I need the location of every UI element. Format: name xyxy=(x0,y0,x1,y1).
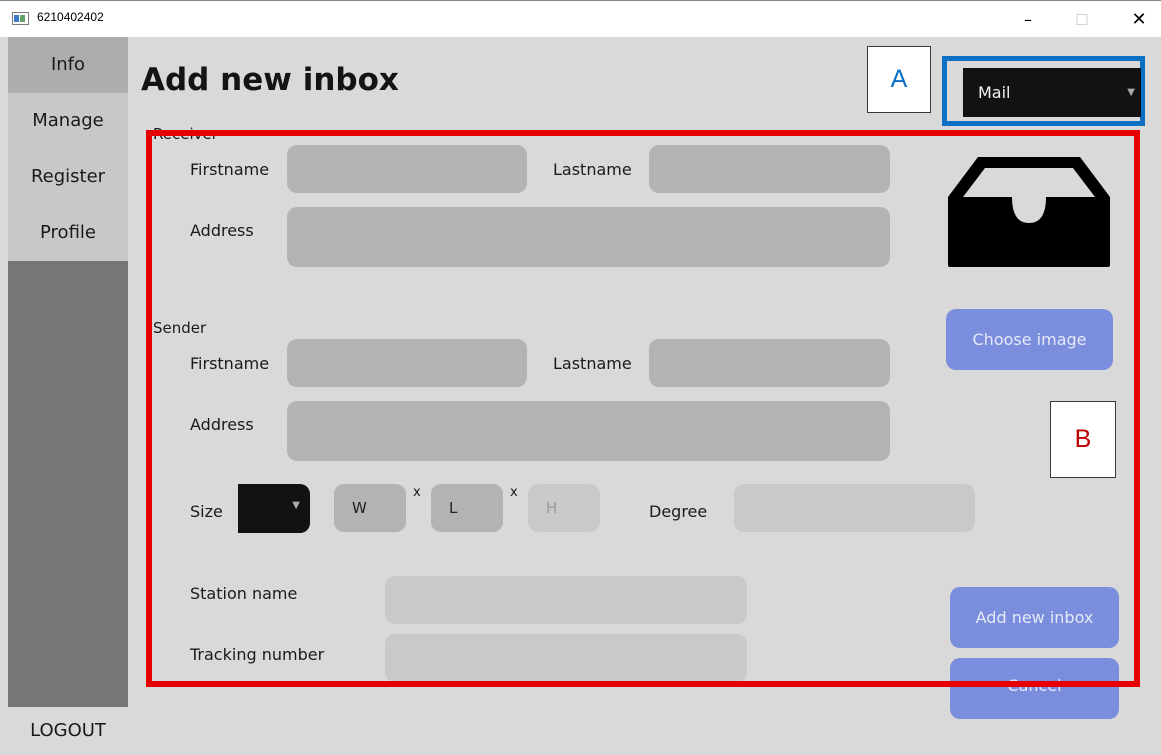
annotation-frame-b xyxy=(146,130,1140,687)
window-title: 6210402402 xyxy=(37,10,104,24)
app-body: Info Manage Register Profile LOGOUT Add … xyxy=(0,37,1161,755)
window-titlebar: 6210402402 – □ ✕ xyxy=(0,0,1161,37)
sidebar-nav: Info Manage Register Profile xyxy=(8,37,128,261)
sidebar-item-info[interactable]: Info xyxy=(8,37,128,93)
chevron-down-icon: ▼ xyxy=(1127,87,1135,98)
maximize-button[interactable]: □ xyxy=(1059,1,1105,38)
inbox-type-select[interactable]: Mail ▼ xyxy=(963,68,1141,117)
annotation-label-a: A xyxy=(867,46,931,113)
sidebar-item-register[interactable]: Register xyxy=(8,149,128,205)
sidebar-item-manage[interactable]: Manage xyxy=(8,93,128,149)
app-window-icon xyxy=(12,12,29,25)
close-button[interactable]: ✕ xyxy=(1116,1,1161,38)
minimize-button[interactable]: – xyxy=(1005,1,1051,38)
sidebar-item-profile[interactable]: Profile xyxy=(8,205,128,261)
logout-button[interactable]: LOGOUT xyxy=(8,707,128,755)
sidebar: Info Manage Register Profile LOGOUT xyxy=(8,37,128,755)
page-title: Add new inbox xyxy=(141,62,399,98)
inbox-type-value: Mail xyxy=(978,83,1011,102)
